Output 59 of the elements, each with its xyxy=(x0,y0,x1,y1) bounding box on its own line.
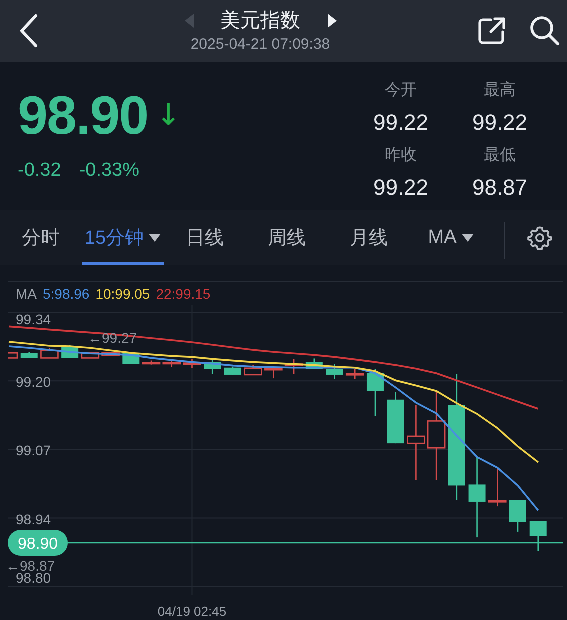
candlestick xyxy=(530,521,547,552)
candlestick xyxy=(183,359,202,368)
caret-icon xyxy=(462,234,474,242)
axis-label: 99.07 xyxy=(16,442,52,459)
stat-label: 最高 xyxy=(484,80,516,101)
percent-change: -0.33% xyxy=(79,160,140,182)
candlestick xyxy=(387,392,404,444)
stat-label: 最低 xyxy=(484,146,516,166)
stat-value: 99.22 xyxy=(373,174,429,202)
candlestick xyxy=(162,359,182,368)
period-tab[interactable]: 分时 xyxy=(0,210,82,265)
candlestick xyxy=(224,366,242,375)
last-price: 98.90 xyxy=(18,85,148,148)
next-button[interactable] xyxy=(326,14,336,28)
stat-value: 99.22 xyxy=(472,109,528,137)
search-button[interactable] xyxy=(529,15,561,47)
candlestick xyxy=(488,469,507,507)
change-arrow: ↓ xyxy=(156,99,182,133)
period-tab[interactable]: 月线 xyxy=(328,210,410,265)
stat-label: 昨收 xyxy=(385,146,417,166)
share-button[interactable] xyxy=(477,16,507,46)
candlestick xyxy=(510,500,526,532)
gear-icon xyxy=(527,224,553,250)
legend-value: 22:99.15 xyxy=(156,286,211,302)
candlestick xyxy=(20,352,38,358)
settings-button[interactable] xyxy=(527,224,553,250)
candlestick xyxy=(346,369,364,380)
legend-label: MA xyxy=(16,286,37,302)
period-tab[interactable]: 15分钟 xyxy=(82,210,164,265)
axis-label: 98.94 xyxy=(16,511,52,528)
candlestick xyxy=(306,358,323,370)
candlestick xyxy=(81,352,100,359)
time-axis-label: 04/19 02:45 xyxy=(158,604,227,619)
candlestick xyxy=(366,369,384,416)
high-price-marker: ←99.27 xyxy=(88,330,138,346)
window-title: 美元指数 xyxy=(220,9,300,34)
stat-label: 今开 xyxy=(385,81,417,101)
candlestick xyxy=(284,359,304,374)
price-change: -0.32 xyxy=(18,160,62,182)
timestamp: 2025-04-21 07:09:38 xyxy=(190,36,330,54)
candlestick xyxy=(326,364,344,380)
axis-label: 99.34 xyxy=(16,312,52,328)
period-tab[interactable]: 周线 xyxy=(246,210,328,265)
legend-value: 10:99.05 xyxy=(96,286,150,302)
candlestick xyxy=(142,360,161,365)
candlestick xyxy=(244,365,262,376)
period-tab[interactable]: 日线 xyxy=(164,210,246,265)
axis-label: 99.20 xyxy=(16,374,52,390)
candlestick xyxy=(204,359,222,374)
candlestick xyxy=(102,352,120,356)
candlestick xyxy=(8,352,18,359)
stat-value: 99.22 xyxy=(373,109,429,137)
legend-value: 5:98.96 xyxy=(43,286,90,302)
stat-value: 98.87 xyxy=(472,174,528,202)
caret-icon xyxy=(149,234,162,242)
candlestick xyxy=(264,368,283,379)
period-tab[interactable]: MA xyxy=(410,210,492,265)
price-tag: 98.90 xyxy=(8,530,68,556)
candlestick xyxy=(40,348,59,359)
